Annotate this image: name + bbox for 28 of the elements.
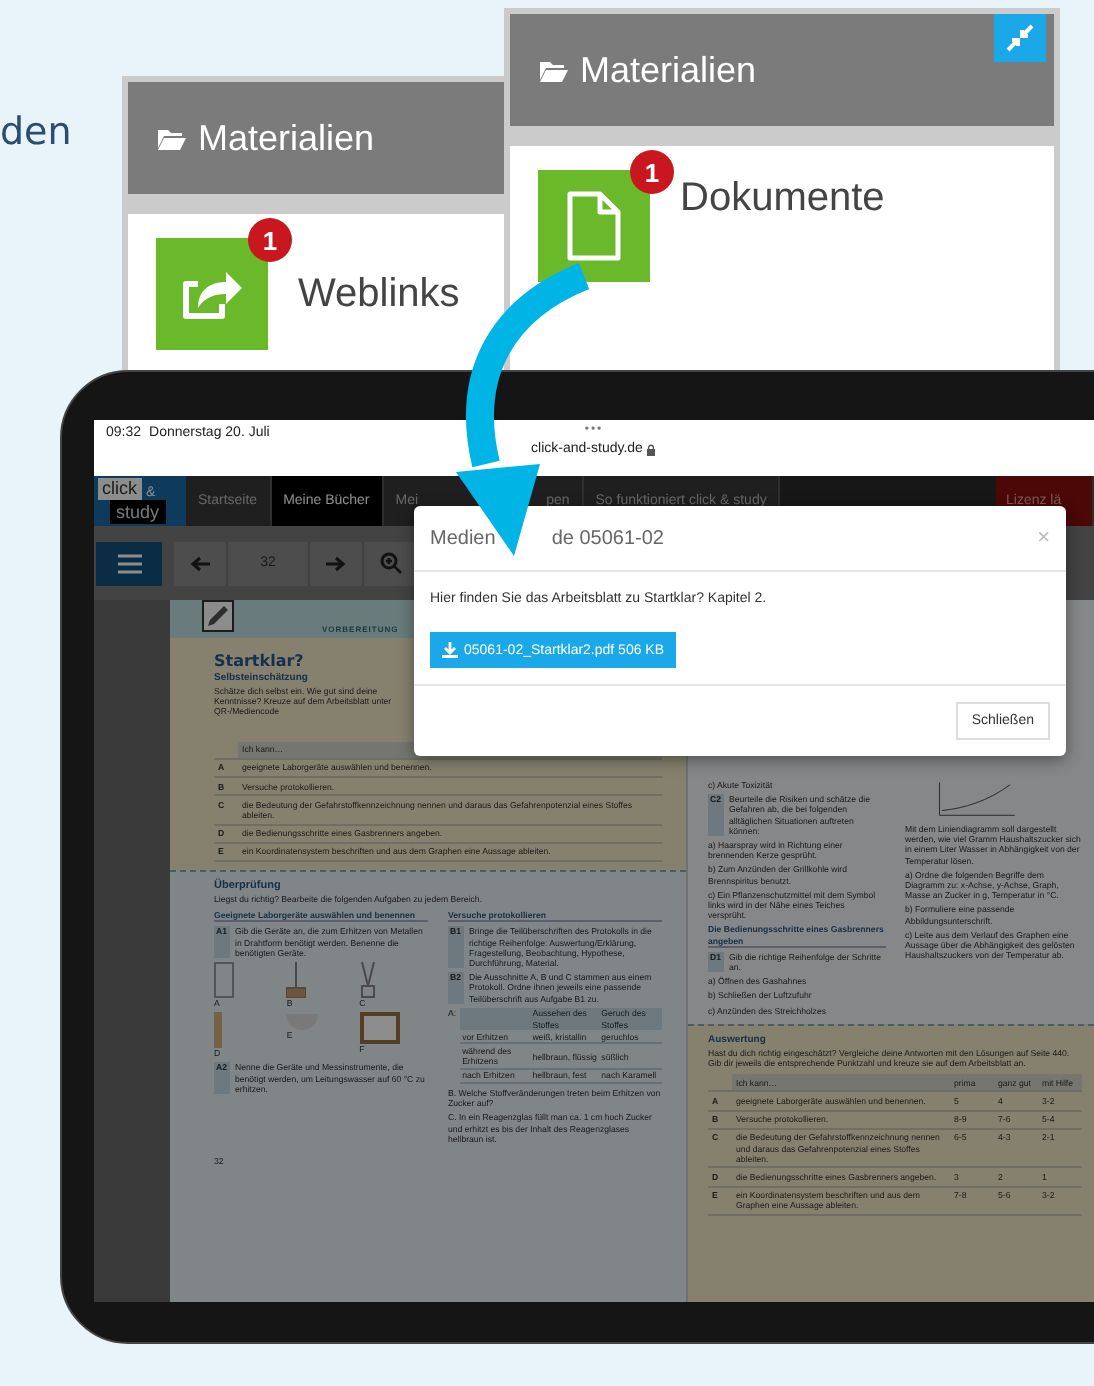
lab-equipment-drawing [214, 1012, 222, 1049]
lab-equipment-drawing [359, 1012, 400, 1045]
collapse-icon [1006, 24, 1034, 52]
lab-equipment-drawing [214, 962, 234, 999]
document-icon [564, 190, 624, 262]
lab-equipment-drawing [359, 962, 376, 999]
right-arrow-icon [326, 555, 346, 571]
menu-button[interactable] [96, 541, 162, 585]
logo-text: click [98, 478, 141, 500]
panel-title: Materialien [580, 49, 757, 91]
folder-icon [156, 124, 188, 152]
zoom-icon [379, 552, 401, 574]
menu-icon [117, 553, 141, 573]
collapse-button[interactable] [994, 14, 1046, 62]
lock-icon [646, 443, 657, 455]
lab-equipment-drawing [286, 962, 307, 999]
count-badge: 1 [248, 218, 292, 262]
download-icon [442, 642, 458, 658]
tile-label[interactable]: Dokumente [680, 175, 885, 221]
folder-icon [538, 56, 570, 84]
pencil-icon [202, 600, 234, 632]
panel-title: Materialien [198, 117, 375, 159]
logo-text: study [110, 500, 166, 524]
left-arrow-icon [190, 555, 210, 571]
intro-text: den [0, 110, 72, 154]
tile-label[interactable]: Weblinks [298, 271, 460, 317]
dialog-title: Medien de 05061-02 [430, 527, 664, 549]
count-badge: 1 [630, 150, 674, 194]
